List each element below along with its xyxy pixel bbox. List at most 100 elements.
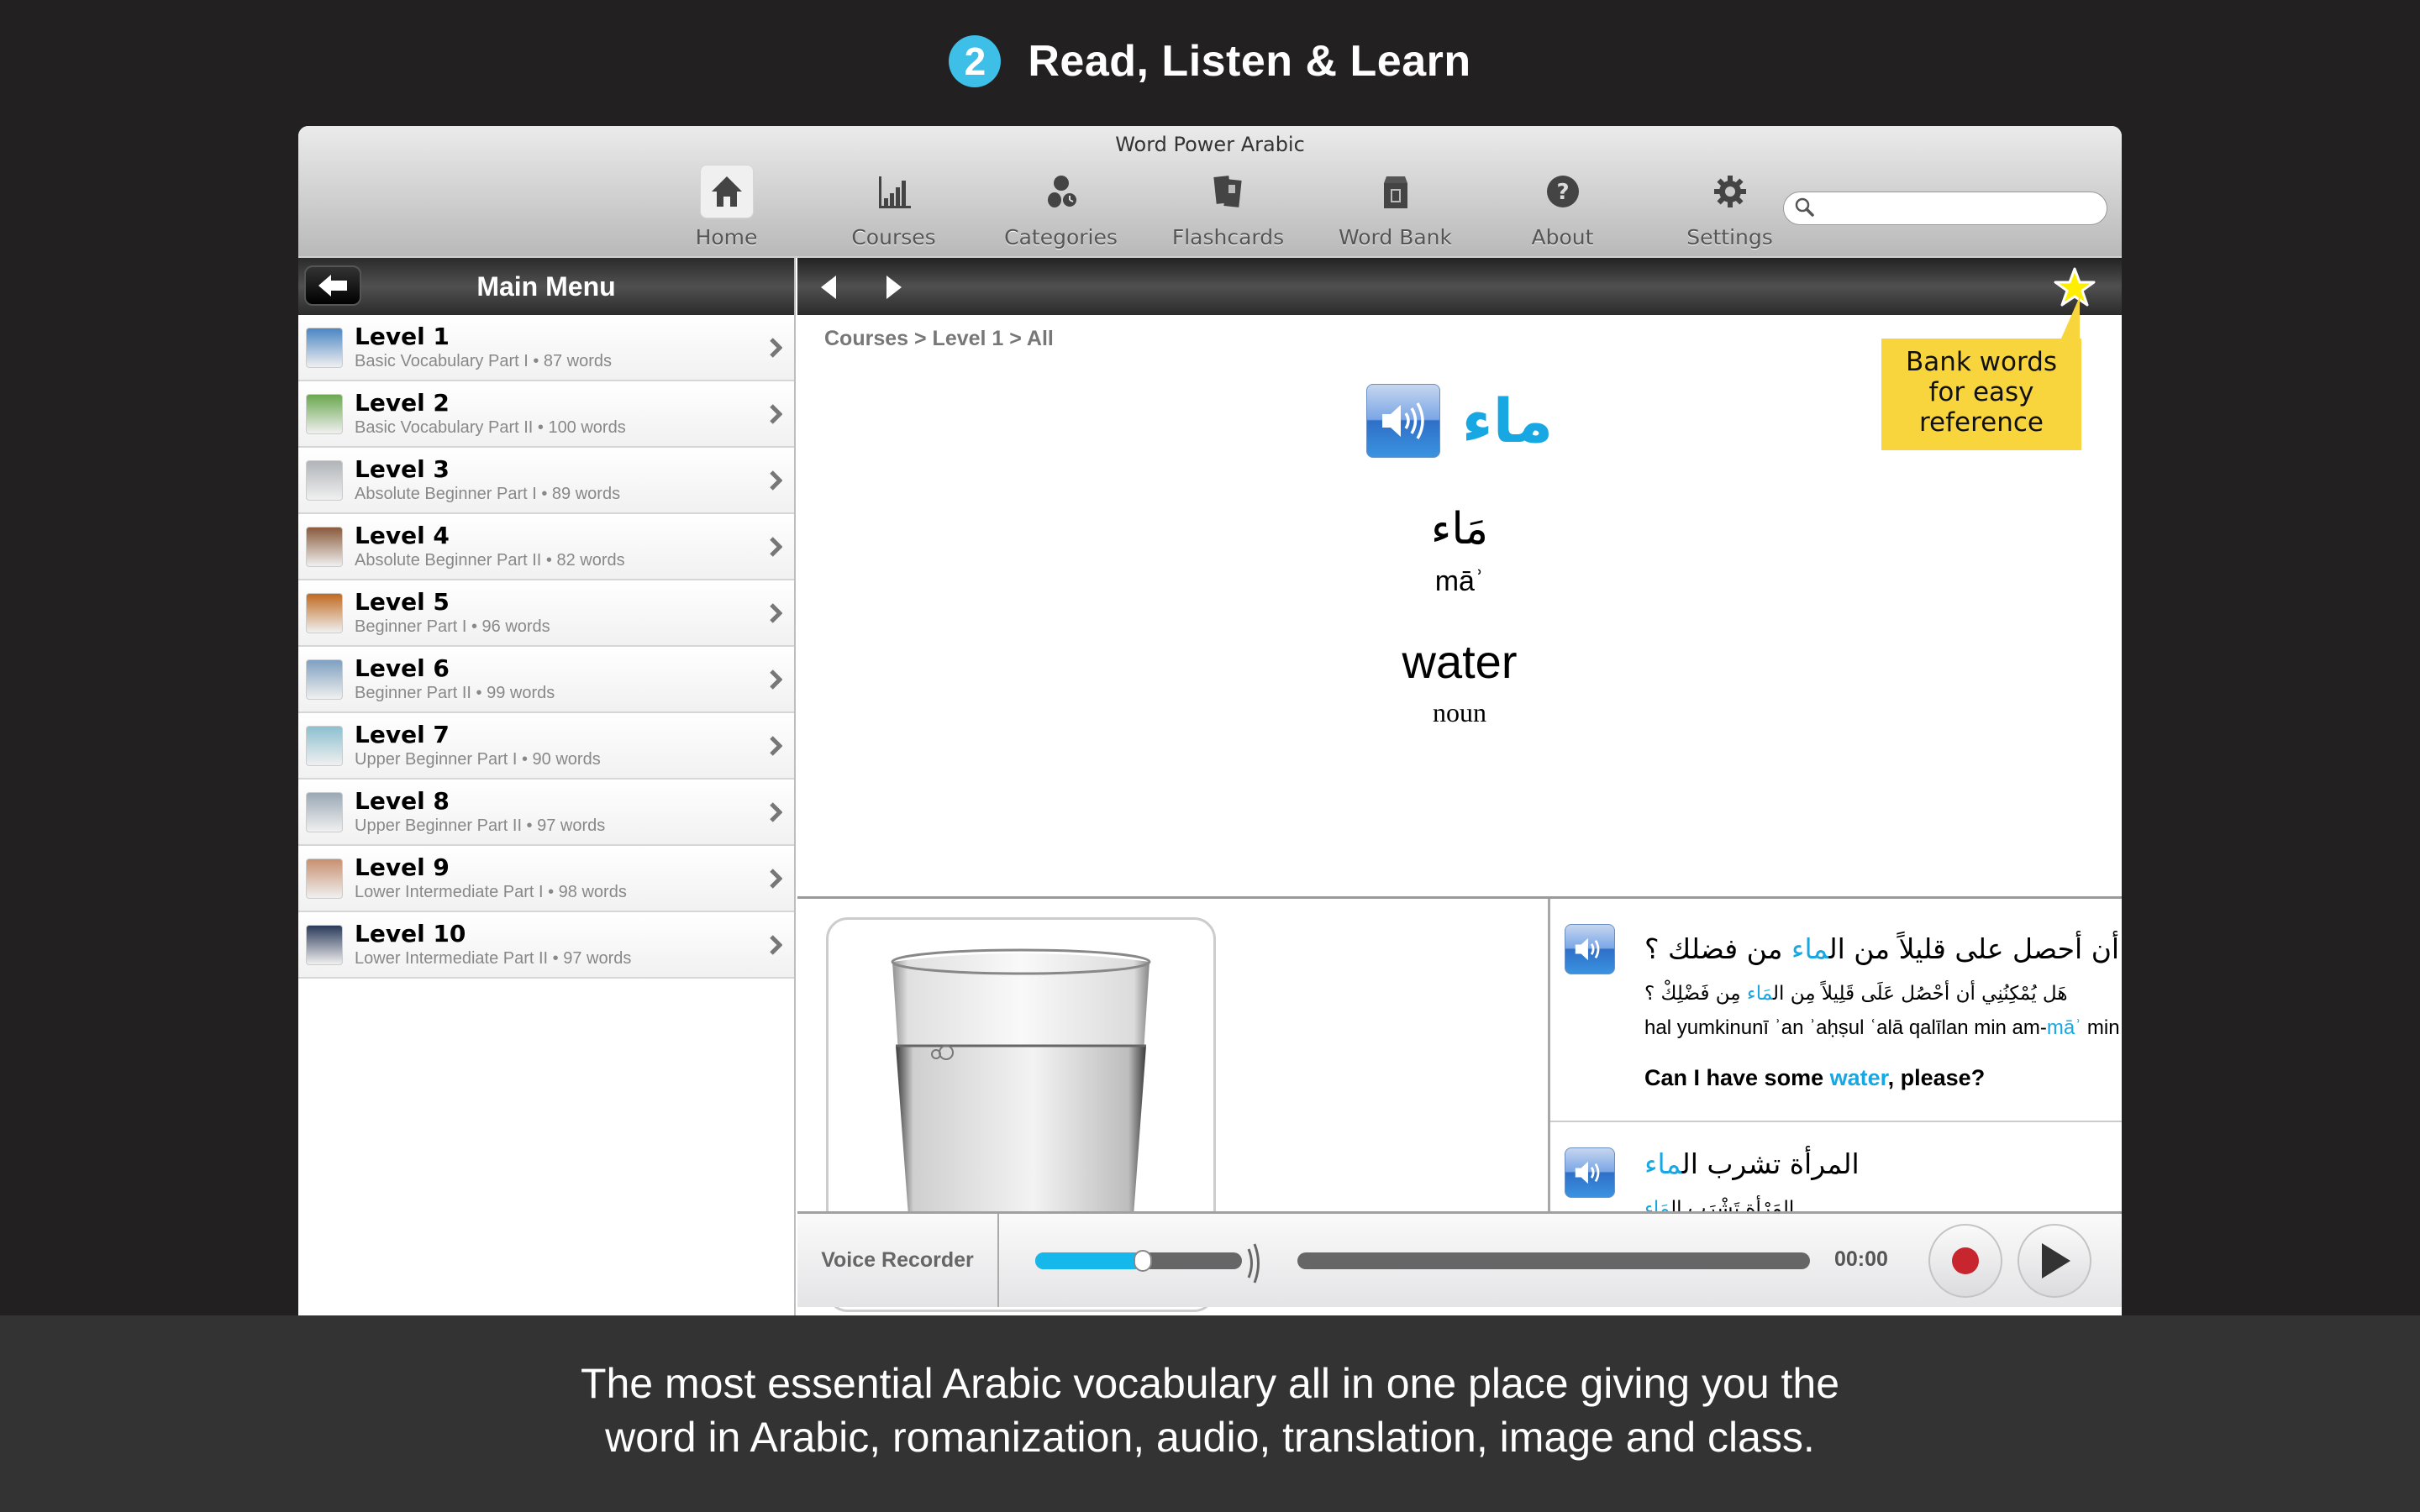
level-name: Level 9 xyxy=(355,853,450,881)
sidebar-item-level-2[interactable]: Level 2 Basic Vocabulary Part II • 100 wo… xyxy=(298,381,794,448)
word-card: ماء مَاء māʾ water noun Bank words for e… xyxy=(797,297,2122,896)
search-field[interactable] xyxy=(1783,192,2107,225)
home-icon xyxy=(699,165,754,218)
step-badge: 2 xyxy=(949,35,1002,87)
window-title: Word Power Arabic xyxy=(1115,133,1305,156)
sentence-arabic: هل يمكنني أن أحصل على قليلاً من الماء من… xyxy=(1644,932,2122,965)
page-heading: 2 Read, Listen & Learn xyxy=(0,32,2420,91)
sentence-audio-button[interactable] xyxy=(1565,924,1615,974)
sidebar-item-level-4[interactable]: Level 4 Absolute Beginner Part II • 82 wo… xyxy=(298,514,794,580)
record-button[interactable] xyxy=(1928,1224,2002,1298)
word-class: noun xyxy=(1433,697,1486,727)
heading-title: Read, Listen & Learn xyxy=(1028,37,1471,86)
highlighted-word: water xyxy=(1829,1065,1888,1090)
flashcards-icon xyxy=(1202,165,1255,218)
sound-wave-icon xyxy=(1246,1242,1263,1289)
sidebar-item-level-1[interactable]: Level 1 Basic Vocabulary Part I • 87 word… xyxy=(298,315,794,381)
question-icon: ? xyxy=(1536,165,1590,218)
arrow-left-icon xyxy=(318,275,347,297)
toolbar-label: Home xyxy=(695,225,758,249)
word-romanization: māʾ xyxy=(1434,565,1485,597)
chevron-right-icon xyxy=(770,404,782,424)
toolbar-word-bank[interactable]: Word Bank xyxy=(1312,165,1479,255)
level-description: Upper Beginner Part I • 90 words xyxy=(355,749,601,769)
word-translation: water xyxy=(1402,635,1518,688)
voice-recorder: Voice Recorder 00:00 xyxy=(797,1211,2122,1307)
level-description: Absolute Beginner Part II • 82 words xyxy=(355,550,625,570)
chevron-right-icon xyxy=(770,537,782,557)
speaker-icon xyxy=(1575,1161,1600,1184)
toolbar-home[interactable]: Home xyxy=(643,165,810,255)
chevron-right-icon xyxy=(770,736,782,756)
toolbar-about[interactable]: ? About xyxy=(1479,165,1646,255)
text-part: هل يمكنني أن أحصل على قليلاً من ال xyxy=(1828,932,2122,965)
level-thumbnail xyxy=(306,459,343,501)
level-description: Absolute Beginner Part I • 89 words xyxy=(355,484,621,503)
triangle-right-icon xyxy=(886,276,902,299)
word-audio-button[interactable] xyxy=(1365,384,1440,458)
recording-progress-bar[interactable] xyxy=(1297,1252,1810,1269)
text-part: المرأة تشرب ال xyxy=(1681,1147,1860,1180)
back-button[interactable] xyxy=(304,265,361,306)
level-description: Upper Beginner Part II • 97 words xyxy=(355,816,606,835)
record-icon xyxy=(1952,1247,1979,1274)
chevron-right-icon xyxy=(770,869,782,889)
text-part: hal yumkinunī ʾan ʾaḥṣul ʿalā qalīlan mi… xyxy=(1644,1016,2047,1039)
callout-line: reference xyxy=(1918,407,2044,438)
sidebar-item-level-6[interactable]: Level 6 Beginner Part II • 99 words xyxy=(298,647,794,713)
play-button[interactable] xyxy=(2018,1224,2091,1298)
search-icon xyxy=(1794,197,1814,221)
chevron-right-icon xyxy=(770,669,782,690)
level-text: Level 8 Upper Beginner Part II • 97 words xyxy=(355,786,606,837)
highlighted-word: ماء xyxy=(1644,1147,1682,1180)
chevron-right-icon xyxy=(770,935,782,955)
level-thumbnail xyxy=(306,791,343,832)
level-thumbnail xyxy=(306,526,343,567)
level-description: Beginner Part I • 96 words xyxy=(355,617,550,636)
level-text: Level 4 Absolute Beginner Part II • 82 wo… xyxy=(355,522,625,571)
next-button[interactable] xyxy=(885,275,903,304)
search-input[interactable] xyxy=(1821,192,2107,224)
callout-pointer xyxy=(2061,297,2080,339)
level-description: Lower Intermediate Part I • 98 words xyxy=(355,882,627,901)
toolbar-label: Courses xyxy=(851,225,936,249)
sidebar-title: Main Menu xyxy=(476,270,616,302)
sidebar-header: Main Menu xyxy=(298,258,794,315)
caption-line-1: The most essential Arabic vocabulary all… xyxy=(580,1360,1840,1407)
sidebar-item-level-5[interactable]: Level 5 Beginner Part I • 96 words xyxy=(298,580,794,647)
level-text: Level 7 Upper Beginner Part I • 90 words xyxy=(355,720,601,770)
level-name: Level 5 xyxy=(355,587,450,616)
level-thumbnail xyxy=(306,659,343,700)
level-text: Level 10 Lower Intermediate Part II • 97 … xyxy=(355,920,632,969)
level-name: Level 7 xyxy=(355,720,450,748)
speaker-icon xyxy=(1575,937,1600,961)
toolbar-courses[interactable]: Courses xyxy=(810,165,977,255)
svg-text:?: ? xyxy=(1556,180,1569,205)
sidebar-item-level-9[interactable]: Level 9 Lower Intermediate Part I • 98 wo… xyxy=(298,846,794,912)
chevron-right-icon xyxy=(770,470,782,491)
level-thumbnail xyxy=(306,592,343,633)
level-thumbnail xyxy=(306,924,343,965)
sidebar-item-level-8[interactable]: Level 8 Upper Beginner Part II • 97 words xyxy=(298,780,794,846)
level-name: Level 8 xyxy=(355,786,450,815)
word-arabic: ماء xyxy=(1461,386,1554,456)
toolbar-flashcards[interactable]: Flashcards xyxy=(1144,165,1312,255)
level-description: Lower Intermediate Part II • 97 words xyxy=(355,948,632,968)
level-text: Level 5 Beginner Part I • 96 words xyxy=(355,587,550,638)
volume-slider-handle[interactable] xyxy=(1133,1250,1152,1272)
level-thumbnail xyxy=(306,393,343,434)
previous-button[interactable] xyxy=(819,275,838,304)
text-part: Can I have some xyxy=(1644,1065,1830,1090)
level-description: Beginner Part II • 99 words xyxy=(355,683,555,702)
level-name: Level 3 xyxy=(355,454,450,483)
sentence-audio-button[interactable] xyxy=(1565,1147,1615,1198)
word-bank-icon xyxy=(1369,165,1423,218)
text-part: مِن فَضْلِكْ ؟ xyxy=(1644,983,1747,1005)
toolbar-categories[interactable]: Categories xyxy=(977,165,1144,255)
example-sentence: هل يمكنني أن أحصل على قليلاً من الماء من… xyxy=(1550,899,2122,1122)
toolbar-label: About xyxy=(1531,225,1594,249)
sidebar-item-level-3[interactable]: Level 3 Absolute Beginner Part I • 89 wor… xyxy=(298,448,794,514)
word-vocalized: مَاء xyxy=(1430,504,1489,554)
sidebar-item-level-10[interactable]: Level 10 Lower Intermediate Part II • 97 … xyxy=(298,912,794,979)
sidebar-item-level-7[interactable]: Level 7 Upper Beginner Part I • 90 words xyxy=(298,713,794,780)
